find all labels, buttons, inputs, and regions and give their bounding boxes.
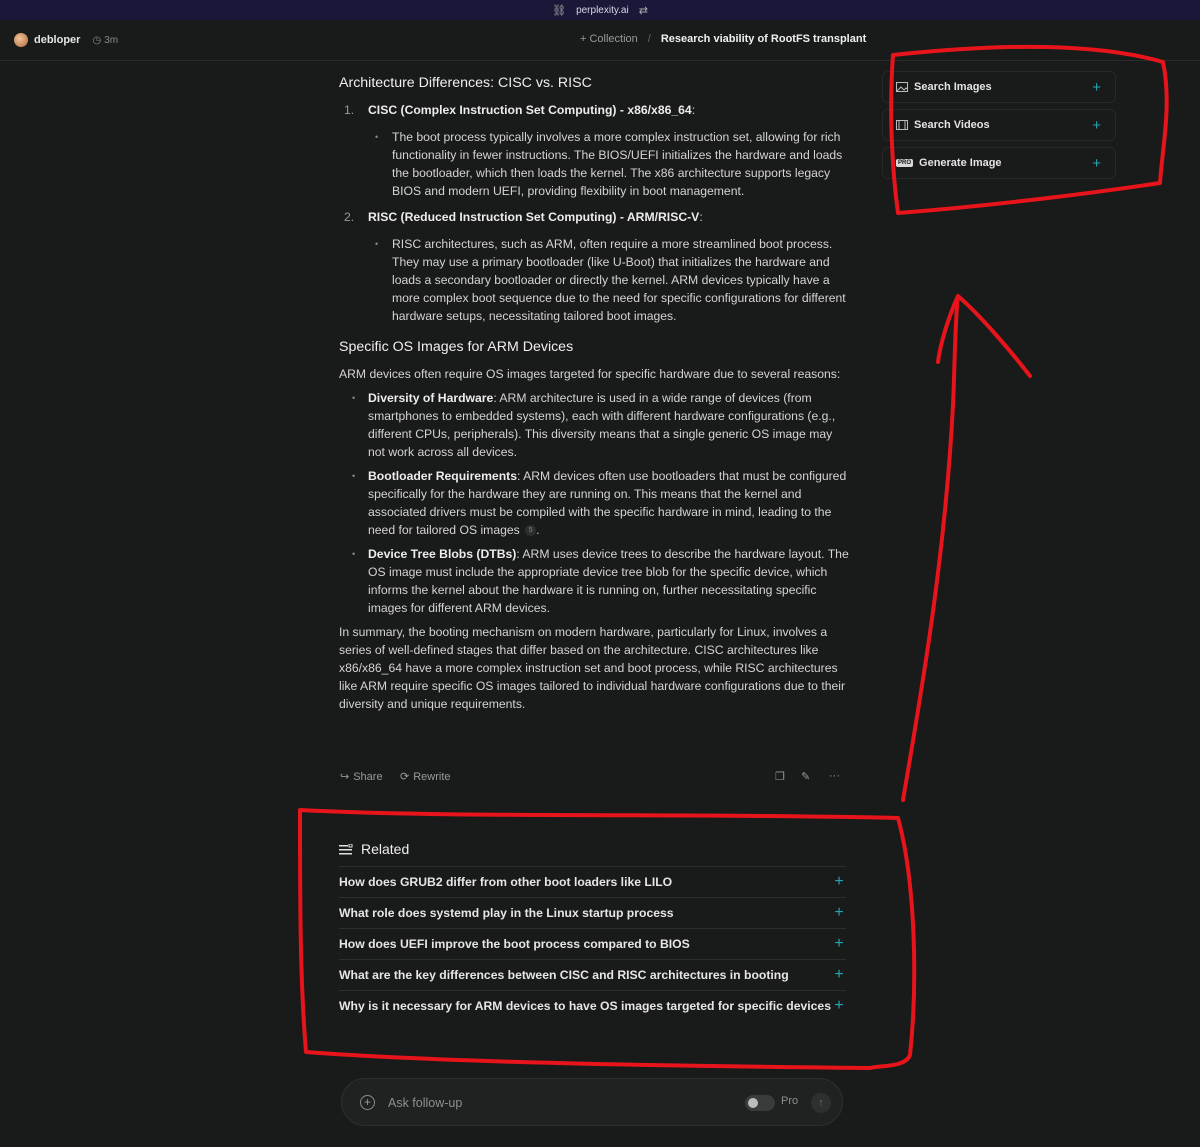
rewrite-label: Rewrite [413, 770, 451, 783]
related-header: Related [339, 840, 846, 858]
item-detail: RISC architectures, such as ARM, often r… [368, 235, 849, 325]
copy-icon[interactable]: ❐ [775, 770, 785, 783]
related-item-text: What are the key differences between CIS… [339, 968, 789, 982]
collection-label: Collection [589, 33, 638, 45]
item-detail: The boot process typically involves a mo… [368, 128, 849, 200]
section-heading: Specific OS Images for ARM Devices [339, 339, 574, 355]
citation-badge[interactable]: 5 [525, 525, 537, 536]
related-item-text: How does UEFI improve the boot process c… [339, 937, 690, 951]
media-panel: Search Images + Search Videos + PRO Gene… [882, 71, 1116, 185]
pro-badge: PRO [896, 159, 914, 167]
clock-icon: ◷ [92, 34, 102, 46]
add-to-collection-button[interactable]: + Collection [580, 33, 638, 45]
more-options-icon[interactable]: ··· [829, 770, 840, 782]
button-label: Search Videos [914, 119, 990, 131]
attach-icon[interactable]: + [360, 1095, 375, 1110]
plus-icon: + [1092, 78, 1101, 96]
followup-bar: + Pro ↑ [341, 1078, 843, 1126]
search-videos-button[interactable]: Search Videos + [882, 109, 1116, 141]
summary-paragraph: In summary, the booting mechanism on mod… [339, 625, 846, 711]
architecture-list: 1. CISC (Complex Instruction Set Computi… [339, 101, 849, 325]
item-heading: CISC (Complex Instruction Set Computing)… [368, 103, 692, 117]
item-heading: RISC (Reduced Instruction Set Computing)… [368, 210, 700, 224]
related-item-text: How does GRUB2 differ from other boot lo… [339, 875, 673, 889]
timestamp: ◷ 3m [92, 35, 118, 46]
bullet-term: Device Tree Blobs (DTBs) [368, 547, 517, 561]
list-item: 1. CISC (Complex Instruction Set Computi… [339, 101, 849, 200]
list-item: Bootloader Requirements: ARM devices oft… [339, 467, 849, 539]
list-item: 2. RISC (Reduced Instruction Set Computi… [339, 208, 849, 325]
toggle-knob [748, 1098, 758, 1108]
related-item[interactable]: How does UEFI improve the boot process c… [339, 928, 846, 959]
username: debloper [34, 34, 81, 46]
plus-icon: + [834, 997, 844, 1014]
list-item: Diversity of Hardware: ARM architecture … [339, 389, 849, 461]
thread-header: debloper ◷ 3m + Collection / Research vi… [0, 20, 1200, 61]
user-info[interactable]: debloper ◷ 3m [14, 33, 118, 47]
item-suffix: : [699, 210, 703, 224]
share-icon: ↪ [340, 771, 350, 783]
thread-title[interactable]: Research viability of RootFS transplant [661, 33, 866, 45]
related-item[interactable]: What are the key differences between CIS… [339, 959, 846, 990]
plus-icon: + [834, 966, 844, 983]
section-intro: ARM devices often require OS images targ… [339, 367, 841, 381]
rewrite-button[interactable]: ⟳ Rewrite [400, 770, 451, 784]
reasons-list: Diversity of Hardware: ARM architecture … [339, 389, 849, 617]
link-icon: ⛓ [552, 4, 567, 17]
section-heading: Architecture Differences: CISC vs. RISC [339, 75, 592, 91]
share-label: Share [353, 770, 383, 783]
plus-icon: + [1092, 116, 1101, 134]
answer-actions: ↪ Share ⟳ Rewrite ❐ ✎ ··· [339, 770, 849, 786]
plus-icon: + [834, 904, 844, 921]
item-suffix: : [691, 103, 696, 117]
search-images-button[interactable]: Search Images + [882, 71, 1116, 103]
time-label: 3m [104, 34, 119, 46]
related-item[interactable]: How does GRUB2 differ from other boot lo… [339, 866, 846, 897]
send-icon[interactable]: ↑ [811, 1093, 831, 1113]
browser-url-bar[interactable]: ⛓ perplexity.ai ⇄ [0, 0, 1200, 20]
share-button[interactable]: ↪ Share [340, 770, 383, 784]
url-text: perplexity.ai [576, 4, 629, 16]
pro-toggle[interactable] [745, 1095, 775, 1111]
bullet-term: Bootloader Requirements [368, 469, 517, 483]
plus-icon: + [834, 935, 844, 952]
related-title: Related [361, 841, 410, 857]
button-label: Search Images [914, 81, 992, 93]
list-item: Device Tree Blobs (DTBs): ARM uses devic… [339, 545, 849, 617]
list-number: 2. [344, 210, 355, 224]
plus-icon: + [1092, 154, 1101, 172]
settings-sliders-icon[interactable]: ⇄ [639, 4, 648, 17]
button-label: Generate Image [919, 157, 1002, 169]
pro-label: Pro [781, 1095, 799, 1107]
answer-body: Architecture Differences: CISC vs. RISC … [339, 70, 849, 719]
video-icon [896, 120, 908, 130]
related-section: Related How does GRUB2 differ from other… [339, 840, 846, 1021]
related-icon [339, 843, 353, 854]
related-item-text: What role does systemd play in the Linux… [339, 906, 674, 920]
generate-image-button[interactable]: PRO Generate Image + [882, 147, 1116, 179]
edit-icon[interactable]: ✎ [801, 770, 810, 783]
followup-input[interactable] [388, 1093, 718, 1113]
breadcrumb-separator: / [647, 33, 651, 45]
image-icon [896, 82, 908, 92]
related-item[interactable]: What role does systemd play in the Linux… [339, 897, 846, 928]
rewrite-icon: ⟳ [400, 771, 410, 783]
annotation-arrow [901, 294, 1032, 802]
bullet-term: Diversity of Hardware [368, 391, 494, 405]
list-number: 1. [344, 103, 355, 117]
bullet-after: . [536, 523, 540, 537]
breadcrumb: + Collection / Research viability of Roo… [580, 33, 866, 45]
plus-icon: + [834, 873, 844, 890]
related-item[interactable]: Why is it necessary for ARM devices to h… [339, 990, 846, 1021]
avatar [14, 33, 28, 47]
related-item-text: Why is it necessary for ARM devices to h… [339, 999, 831, 1013]
